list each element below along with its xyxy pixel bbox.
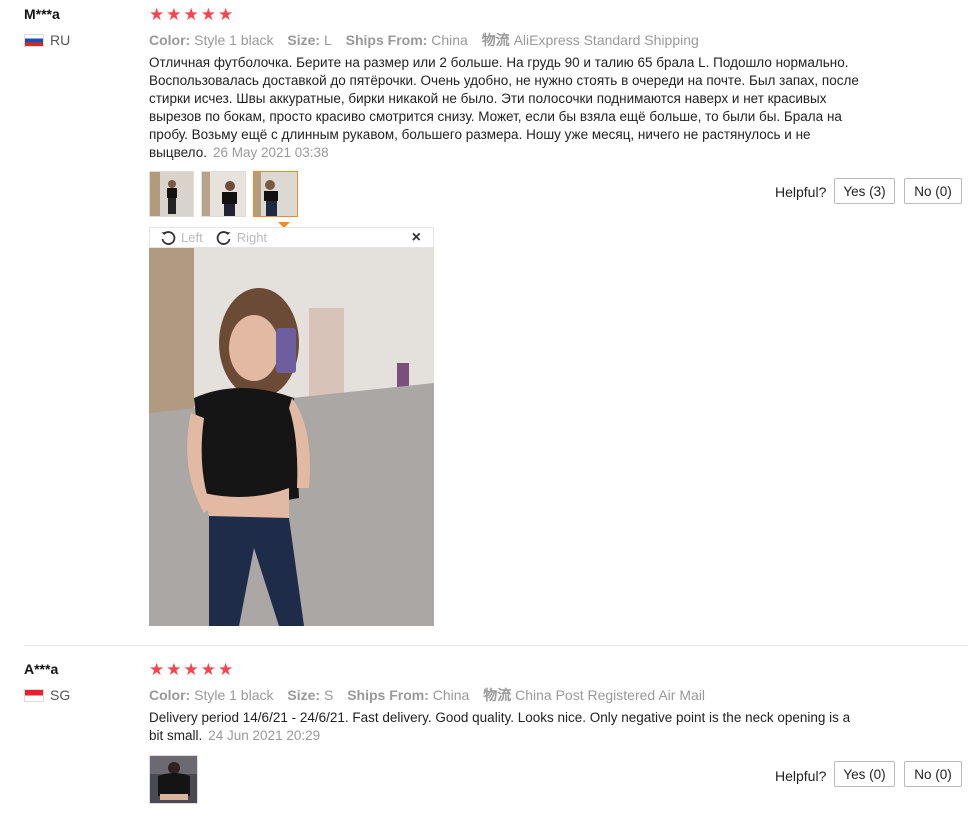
- size-label: Size:: [287, 687, 321, 703]
- photo-thumbnail-3[interactable]: [253, 171, 298, 217]
- shipping-method: AliExpress Standard Shipping: [513, 32, 699, 48]
- order-info: Color: Style 1 black Size: S Ships From:…: [149, 685, 715, 705]
- star-icon: ★: [200, 660, 216, 679]
- photo-thumbnails: [149, 171, 298, 217]
- photo-thumbnails: [149, 755, 198, 804]
- color-value: Style 1 black: [194, 32, 274, 48]
- photo-thumbnail-image: [150, 172, 193, 216]
- star-icon: ★: [149, 5, 165, 24]
- country-code: RU: [50, 32, 71, 48]
- ships-from-label: Ships From:: [345, 32, 428, 48]
- photo-thumbnail-image: [254, 172, 297, 216]
- color-label: Color:: [149, 687, 191, 703]
- ships-from-value: China: [432, 687, 470, 703]
- rotate-left-button[interactable]: Left: [160, 230, 203, 246]
- photo-viewer-toolbar: Left Right ×: [149, 227, 434, 248]
- rotate-left-icon: [161, 230, 176, 245]
- photo-thumbnail-1[interactable]: [149, 171, 194, 217]
- helpful-label: Helpful?: [775, 184, 827, 200]
- size-value: S: [323, 687, 334, 703]
- rotate-left-label: Left: [181, 230, 203, 245]
- reviewer-name: A***a: [24, 661, 59, 677]
- helpful-yes-button[interactable]: Yes (3): [834, 178, 895, 204]
- russia-flag-icon: [24, 33, 44, 47]
- helpful-label: Helpful?: [775, 768, 827, 784]
- country-code: SG: [50, 687, 71, 703]
- rotate-right-icon: [216, 230, 231, 245]
- color-label: Color:: [149, 32, 191, 48]
- photo-thumbnail-2[interactable]: [201, 171, 246, 217]
- star-icon: ★: [166, 5, 182, 24]
- star-icon: ★: [200, 5, 216, 24]
- photo-thumbnail-1[interactable]: [149, 755, 198, 804]
- close-icon[interactable]: ×: [412, 229, 421, 247]
- helpful-no-button[interactable]: No (0): [904, 761, 962, 787]
- ships-from-label: Ships From:: [347, 687, 429, 703]
- rotate-right-button[interactable]: Right: [216, 230, 267, 246]
- review-photo-large: [149, 248, 434, 626]
- reviewer-country: SG: [24, 687, 70, 703]
- review-date: 24 Jun 2021 20:29: [208, 728, 321, 743]
- reviewer-country: RU: [24, 32, 70, 48]
- star-icon: ★: [149, 660, 165, 679]
- review-text: Отличная футболочка. Берите на размер ил…: [149, 54, 869, 162]
- star-icon: ★: [183, 5, 199, 24]
- size-label: Size:: [287, 32, 321, 48]
- review-divider: [24, 645, 968, 646]
- star-icon: ★: [218, 660, 234, 679]
- rotate-right-label: Right: [236, 230, 268, 245]
- star-rating: ★ ★ ★ ★ ★: [149, 661, 233, 678]
- review-text: Delivery period 14/6/21 - 24/6/21. Fast …: [149, 709, 859, 745]
- review-date: 26 May 2021 03:38: [212, 145, 329, 160]
- ships-from-value: China: [431, 32, 468, 48]
- star-icon: ★: [183, 660, 199, 679]
- shipping-method: China Post Registered Air Mail: [515, 687, 705, 703]
- order-info: Color: Style 1 black Size: L Ships From:…: [149, 30, 709, 50]
- size-value: L: [323, 32, 332, 48]
- review-photo-image: [149, 248, 434, 626]
- reviewer-name: M***a: [24, 6, 60, 22]
- logistics-label: 物流: [483, 687, 512, 703]
- color-value: Style 1 black: [194, 687, 274, 703]
- logistics-label: 物流: [481, 32, 510, 48]
- photo-thumbnail-image: [202, 172, 245, 216]
- star-rating: ★ ★ ★ ★ ★: [149, 6, 233, 23]
- singapore-flag-icon: [24, 688, 44, 702]
- helpful-no-button[interactable]: No (0): [904, 178, 962, 204]
- star-icon: ★: [218, 5, 234, 24]
- star-icon: ★: [166, 660, 182, 679]
- helpful-yes-button[interactable]: Yes (0): [834, 761, 895, 787]
- photo-thumbnail-image: [150, 756, 197, 803]
